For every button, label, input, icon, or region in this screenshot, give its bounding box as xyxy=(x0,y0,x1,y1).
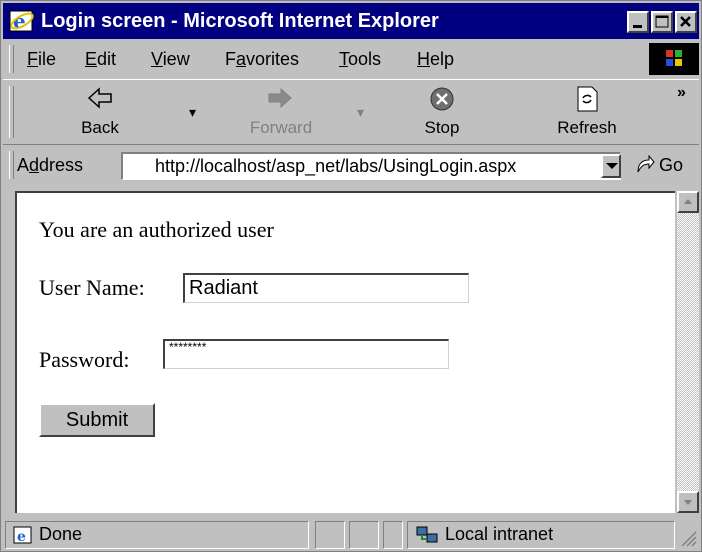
menu-favorites[interactable]: Favorites xyxy=(225,41,299,77)
minimize-button[interactable] xyxy=(627,11,649,33)
menu-grip[interactable] xyxy=(9,45,14,73)
go-button[interactable]: Go xyxy=(659,147,683,183)
submit-button[interactable]: Submit xyxy=(39,403,155,437)
stop-label: Stop xyxy=(424,118,460,137)
back-dropdown-icon[interactable]: ▾ xyxy=(189,104,196,121)
username-row: User Name: xyxy=(39,275,145,301)
forward-arrow-icon xyxy=(268,87,292,109)
vertical-scrollbar[interactable] xyxy=(677,191,699,513)
close-button[interactable] xyxy=(675,11,697,33)
menu-edit[interactable]: Edit xyxy=(85,41,116,77)
standard-toolbar: Back ▾ Forward ▾ Stop Refresh » xyxy=(3,79,699,145)
address-dropdown-button[interactable] xyxy=(601,154,621,178)
minimize-icon xyxy=(633,25,642,28)
scroll-up-icon xyxy=(684,199,692,204)
username-input[interactable]: Radiant xyxy=(183,273,469,303)
page-content: You are an authorized user User Name: Ra… xyxy=(15,191,675,513)
stop-button[interactable]: Stop xyxy=(407,82,477,140)
forward-button[interactable]: Forward xyxy=(231,82,331,140)
toolbar-grip[interactable] xyxy=(9,86,14,138)
menu-view[interactable]: View xyxy=(151,41,190,77)
address-bar: Address http://localhost/asp_net/labs/Us… xyxy=(3,147,699,185)
menu-bar: File Edit View Favorites Tools Help xyxy=(3,41,699,77)
go-arrow-icon xyxy=(637,155,655,173)
scroll-down-button[interactable] xyxy=(677,491,699,513)
refresh-label: Refresh xyxy=(557,118,617,137)
local-intranet-icon xyxy=(416,526,438,543)
status-pane-2 xyxy=(315,521,345,549)
username-label: User Name: xyxy=(39,275,145,300)
menu-tools[interactable]: Tools xyxy=(339,41,381,77)
stop-icon xyxy=(430,87,454,111)
maximize-icon xyxy=(655,15,669,28)
status-pane-4 xyxy=(383,521,403,549)
zone-text: Local intranet xyxy=(445,524,554,544)
address-label: Address xyxy=(17,155,84,175)
toolbar-more-chevron[interactable]: » xyxy=(677,84,686,102)
title-bar[interactable]: e Login screen - Microsoft Internet Expl… xyxy=(3,3,699,39)
page-done-icon: e xyxy=(13,526,32,544)
menu-help[interactable]: Help xyxy=(417,41,454,77)
status-text: Done xyxy=(39,524,83,544)
scroll-down-icon xyxy=(684,500,692,505)
refresh-button[interactable]: Refresh xyxy=(547,82,627,140)
forward-dropdown-icon: ▾ xyxy=(357,104,365,120)
windows-logo-icon xyxy=(649,43,699,75)
svg-text:e: e xyxy=(17,529,26,544)
password-row: Password: xyxy=(39,347,129,373)
status-pane-3 xyxy=(349,521,379,549)
back-label: Back xyxy=(81,118,119,137)
forward-label: Forward xyxy=(249,118,313,137)
back-arrow-icon xyxy=(87,87,112,109)
close-icon xyxy=(680,16,691,27)
scroll-up-button[interactable] xyxy=(677,191,699,213)
browser-window: e Login screen - Microsoft Internet Expl… xyxy=(0,0,702,552)
menu-file[interactable]: File xyxy=(27,41,56,77)
maximize-button[interactable] xyxy=(651,11,673,33)
address-grip[interactable] xyxy=(9,151,14,179)
ie-icon: e xyxy=(9,9,34,33)
address-input[interactable]: http://localhost/asp_net/labs/UsingLogin… xyxy=(121,152,621,180)
auth-message: You are an authorized user xyxy=(39,217,274,242)
password-input[interactable]: ******** xyxy=(163,339,449,369)
resize-grip-icon[interactable] xyxy=(679,529,697,547)
window-title: Login screen - Microsoft Internet Explor… xyxy=(41,10,439,32)
back-button[interactable]: Back xyxy=(55,82,145,140)
status-bar: e Done Local intranet xyxy=(3,517,699,551)
refresh-icon xyxy=(577,86,598,112)
password-label: Password: xyxy=(39,347,130,372)
